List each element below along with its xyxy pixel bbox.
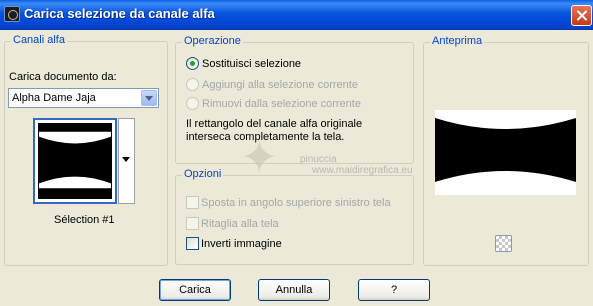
opzioni-legend: Opzioni <box>182 168 224 180</box>
selection-thumbnail-image <box>38 123 112 199</box>
radio-sostituisci[interactable] <box>186 57 199 70</box>
selection-name: Sélection #1 <box>54 214 115 226</box>
document-select[interactable]: Alpha Dame Jaja <box>8 88 159 108</box>
checkbox-inverti-label[interactable]: Inverti immagine <box>201 238 282 250</box>
window-title: Carica selezione da canale alfa <box>24 6 215 21</box>
radio-rimuovi[interactable] <box>186 97 199 110</box>
checkbox-ritaglia[interactable] <box>186 217 199 230</box>
load-document-label: Carica documento da: <box>9 71 117 83</box>
watermark: pinuccia www.maidiregrafica.eu <box>300 154 413 176</box>
watermark-star-icon: ✦ <box>240 131 279 183</box>
radio-aggiungi-label[interactable]: Aggiungi alla selezione corrente <box>202 79 358 91</box>
anteprima-legend: Anteprima <box>430 35 485 47</box>
watermark-line1: pinuccia <box>300 154 337 165</box>
close-button[interactable] <box>571 5 592 26</box>
operazione-legend: Operazione <box>182 35 243 47</box>
watermark-line2: www.maidiregrafica.eu <box>312 165 413 176</box>
dropdown-arrow-icon[interactable] <box>118 118 135 204</box>
annulla-button[interactable]: Annulla <box>258 279 330 301</box>
radio-rimuovi-label[interactable]: Rimuovi dalla selezione corrente <box>202 98 361 110</box>
preview-image <box>435 110 576 195</box>
selection-thumbnail[interactable] <box>33 118 117 204</box>
app-icon <box>4 6 20 22</box>
radio-aggiungi[interactable] <box>186 78 199 91</box>
checkbox-ritaglia-label[interactable]: Ritaglia alla tela <box>201 218 279 230</box>
title-bar[interactable]: Carica selezione da canale alfa <box>0 0 593 30</box>
canali-alfa-legend: Canali alfa <box>11 34 67 46</box>
carica-button[interactable]: Carica <box>159 279 231 301</box>
checkbox-sposta[interactable] <box>186 196 199 209</box>
help-button[interactable]: ? <box>358 279 430 301</box>
checkbox-inverti[interactable] <box>186 237 199 250</box>
transparency-checker-icon[interactable] <box>495 235 512 252</box>
chevron-down-icon[interactable] <box>141 90 157 106</box>
document-select-value: Alpha Dame Jaja <box>12 92 96 104</box>
checkbox-sposta-label[interactable]: Sposta in angolo superiore sinistro tela <box>201 197 391 209</box>
dialog-window: Carica selezione da canale alfa Canali a… <box>0 0 593 306</box>
radio-sostituisci-label[interactable]: Sostituisci selezione <box>202 58 301 70</box>
operation-info-line1: Il rettangolo del canale alfa originale <box>186 118 363 130</box>
